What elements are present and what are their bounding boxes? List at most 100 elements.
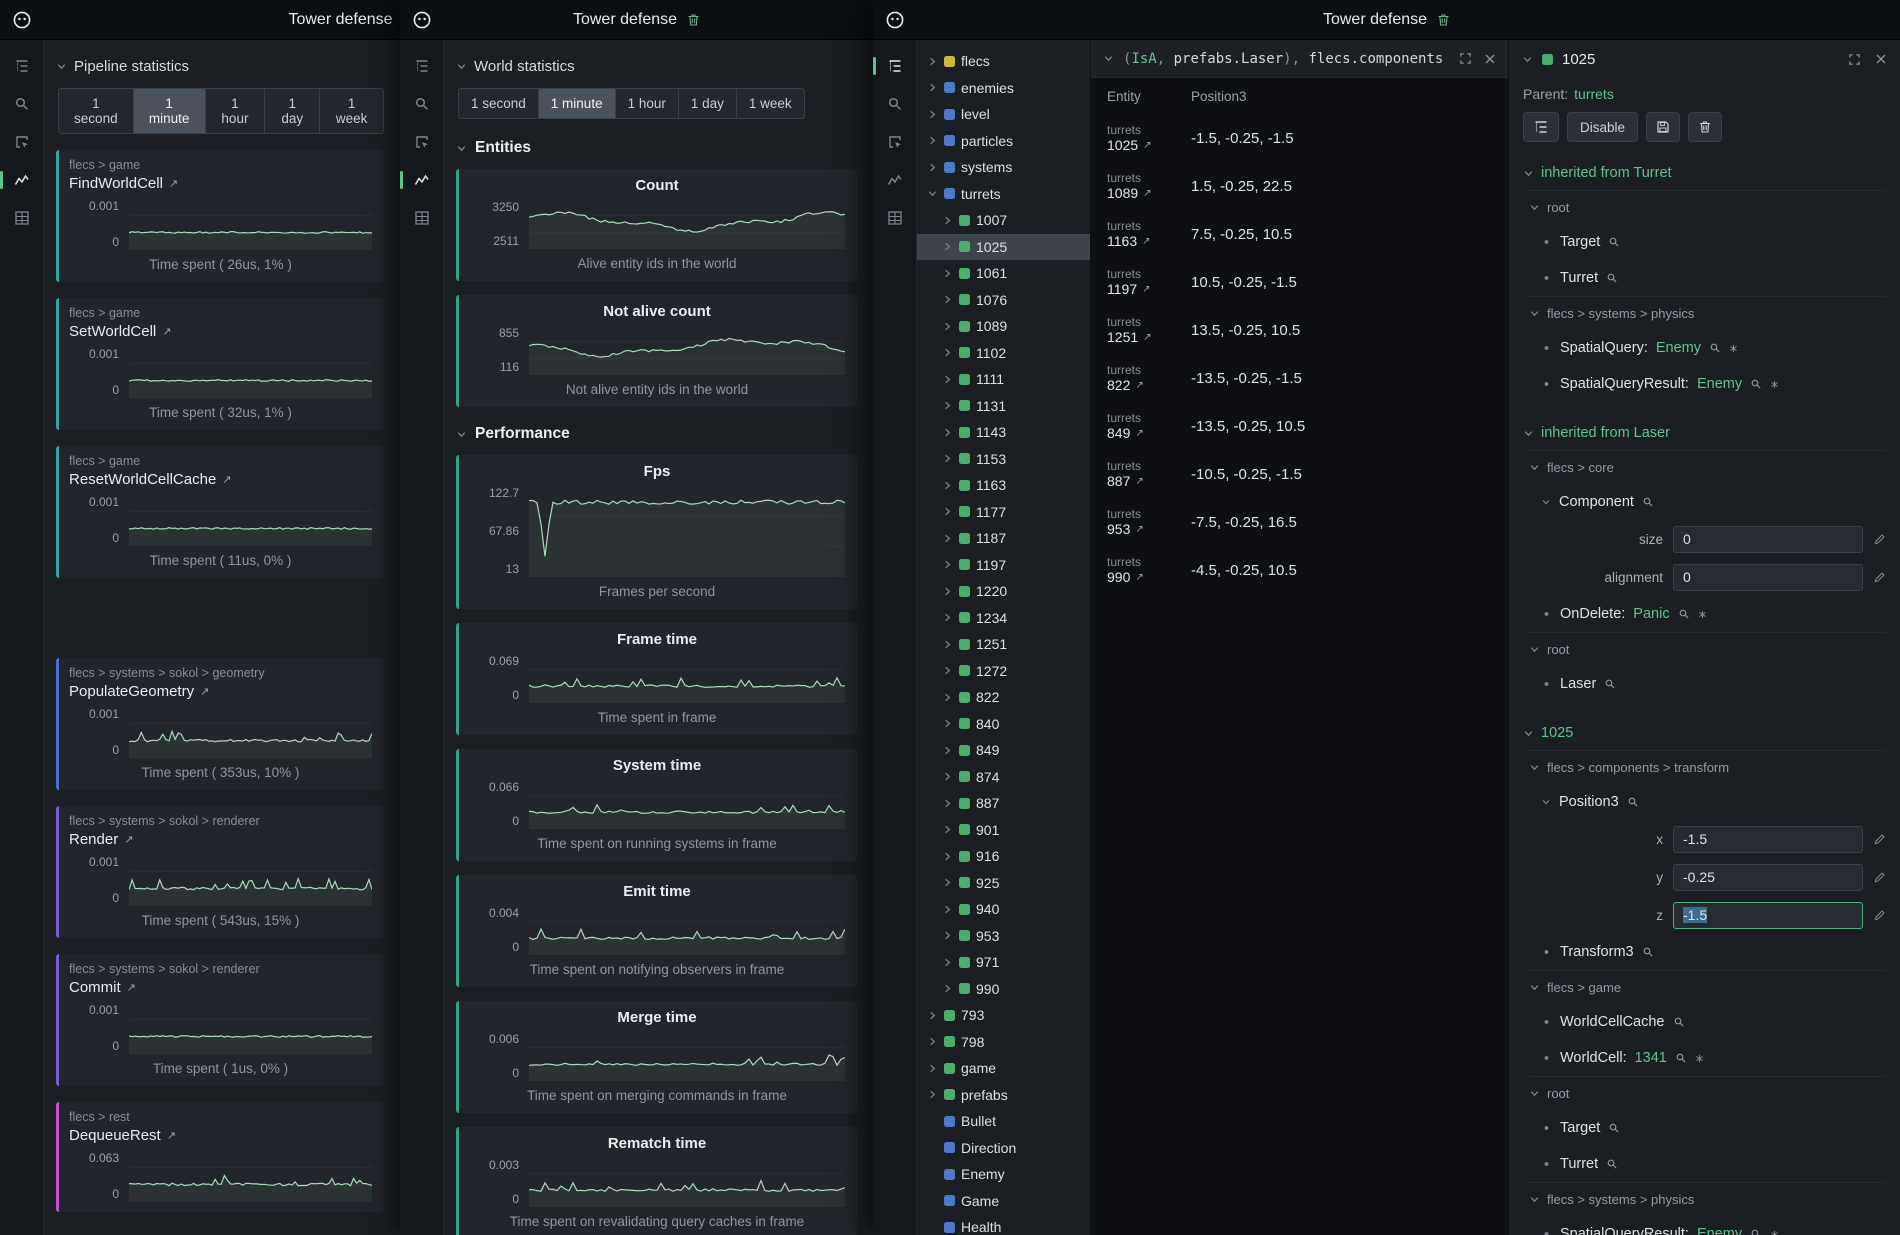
titlebar[interactable]: Tower defense xyxy=(873,0,1900,40)
sidebar-inspect-button[interactable] xyxy=(9,130,35,154)
query-result-row[interactable]: turrets1025↗-1.5, -0.25, -1.5 xyxy=(1091,114,1508,162)
query-result-row[interactable]: turrets990↗-4.5, -0.25, 10.5 xyxy=(1091,546,1508,594)
query-result-row[interactable]: turrets849↗-13.5, -0.25, 10.5 xyxy=(1091,402,1508,450)
chevron-right-icon[interactable] xyxy=(942,506,953,517)
chevron-right-icon[interactable] xyxy=(927,82,938,93)
parent-link[interactable]: turrets xyxy=(1574,86,1614,102)
chevron-right-icon[interactable] xyxy=(942,480,953,491)
expand-icon[interactable] xyxy=(1848,53,1861,66)
tree-item-1177[interactable]: 1177 xyxy=(917,499,1090,526)
sidebar-charts-button[interactable] xyxy=(882,168,908,192)
tree-item-1061[interactable]: 1061 xyxy=(917,260,1090,287)
sidebar-inspect-button[interactable] xyxy=(409,130,435,154)
entity-id[interactable]: 990↗ xyxy=(1107,569,1191,585)
sidebar-inspect-button[interactable] xyxy=(882,130,908,154)
chevron-right-icon[interactable] xyxy=(942,294,953,305)
open-link-icon[interactable]: ↗ xyxy=(1135,524,1143,535)
field-input-y[interactable]: -0.25 xyxy=(1673,864,1863,891)
chevron-down-icon[interactable] xyxy=(1541,797,1551,807)
card-name[interactable]: DequeueRest xyxy=(69,1127,161,1144)
pencil-icon[interactable] xyxy=(1873,571,1886,584)
tree-item-1007[interactable]: 1007 xyxy=(917,207,1090,234)
sidebar-stats-grid-button[interactable] xyxy=(882,206,908,230)
inspector-section-header[interactable]: inherited from Laser xyxy=(1523,416,1886,450)
chevron-right-icon[interactable] xyxy=(927,1063,938,1074)
tree-item-971[interactable]: 971 xyxy=(917,949,1090,976)
tree-item-840[interactable]: 840 xyxy=(917,711,1090,738)
time-range-button-1-minute[interactable]: 1 minute xyxy=(134,88,206,134)
tree-item-1025[interactable]: 1025 xyxy=(917,234,1090,261)
magnifier-icon[interactable] xyxy=(1673,1016,1685,1028)
component-path-header[interactable]: flecs > systems > physics xyxy=(1529,296,1886,330)
titlebar[interactable]: Tower defense xyxy=(0,0,400,40)
magnifier-icon[interactable] xyxy=(1678,608,1690,620)
tree-item-822[interactable]: 822 xyxy=(917,684,1090,711)
open-link-icon[interactable]: ↗ xyxy=(1143,140,1151,151)
chevron-right-icon[interactable] xyxy=(942,718,953,729)
component-value[interactable]: 1341 xyxy=(1635,1050,1667,1066)
field-input-x[interactable]: -1.5 xyxy=(1673,826,1863,853)
chevron-down-icon[interactable] xyxy=(1541,497,1551,507)
magnifier-icon[interactable] xyxy=(1642,946,1654,958)
chevron-right-icon[interactable] xyxy=(942,321,953,332)
time-range-button-1-week[interactable]: 1 week xyxy=(320,88,384,134)
tree-item-game[interactable]: game xyxy=(917,1055,1090,1082)
time-range-button-1-hour[interactable]: 1 hour xyxy=(206,88,266,134)
tree-item-Health[interactable]: Health xyxy=(917,1214,1090,1235)
time-range-button-1-minute[interactable]: 1 minute xyxy=(539,88,616,119)
world-panel-header[interactable]: World statistics xyxy=(456,52,857,80)
tree-item-1153[interactable]: 1153 xyxy=(917,446,1090,473)
entity-id[interactable]: 1025↗ xyxy=(1107,137,1191,153)
tree-item-Game[interactable]: Game xyxy=(917,1188,1090,1215)
component-path-header[interactable]: flecs > core xyxy=(1529,450,1886,484)
entity-id[interactable]: 849↗ xyxy=(1107,425,1191,441)
tree-item-925[interactable]: 925 xyxy=(917,870,1090,897)
entity-id[interactable]: 1197↗ xyxy=(1107,281,1191,297)
chevron-right-icon[interactable] xyxy=(942,983,953,994)
field-input-alignment[interactable]: 0 xyxy=(1673,564,1863,591)
chevron-right-icon[interactable] xyxy=(942,904,953,915)
chevron-right-icon[interactable] xyxy=(942,427,953,438)
card-name[interactable]: SetWorldCell xyxy=(69,323,156,340)
disable-button[interactable]: Disable xyxy=(1567,112,1638,142)
time-range-button-1-second[interactable]: 1 second xyxy=(458,88,539,119)
magnifier-icon[interactable] xyxy=(1606,1158,1618,1170)
chevron-right-icon[interactable] xyxy=(942,453,953,464)
tree-item-level[interactable]: level xyxy=(917,101,1090,128)
component-path-header[interactable]: flecs > game xyxy=(1529,970,1886,1004)
card-name[interactable]: Commit xyxy=(69,979,121,996)
time-range-button-1-week[interactable]: 1 week xyxy=(737,88,805,119)
chevron-right-icon[interactable] xyxy=(942,215,953,226)
titlebar[interactable]: Tower defense xyxy=(400,0,873,40)
query-result-row[interactable]: turrets953↗-7.5, -0.25, 16.5 xyxy=(1091,498,1508,546)
chevron-right-icon[interactable] xyxy=(942,771,953,782)
field-input-size[interactable]: 0 xyxy=(1673,526,1863,553)
chevron-right-icon[interactable] xyxy=(927,56,938,67)
tree-item-1111[interactable]: 1111 xyxy=(917,366,1090,393)
open-link-icon[interactable]: ↗ xyxy=(124,833,133,846)
card-name[interactable]: PopulateGeometry xyxy=(69,683,194,700)
chevron-down-icon[interactable] xyxy=(1103,53,1114,64)
entity-id[interactable]: 1089↗ xyxy=(1107,185,1191,201)
tree-item-1197[interactable]: 1197 xyxy=(917,552,1090,579)
component-value[interactable]: Panic xyxy=(1633,606,1669,622)
magnifier-icon[interactable] xyxy=(1709,342,1721,354)
tree-item-systems[interactable]: systems xyxy=(917,154,1090,181)
component-path-header[interactable]: flecs > components > transform xyxy=(1529,750,1886,784)
save-button[interactable] xyxy=(1646,112,1680,142)
pencil-icon[interactable] xyxy=(1873,533,1886,546)
time-range-button-1-day[interactable]: 1 day xyxy=(679,88,737,119)
pipeline-panel-header[interactable]: Pipeline statistics xyxy=(56,52,384,80)
sidebar-tree-view-button[interactable] xyxy=(409,54,435,78)
open-link-icon[interactable]: ↗ xyxy=(200,685,209,698)
open-link-icon[interactable]: ↗ xyxy=(1135,428,1143,439)
chevron-right-icon[interactable] xyxy=(942,877,953,888)
tree-item-1102[interactable]: 1102 xyxy=(917,340,1090,367)
component-path-header[interactable]: root xyxy=(1529,632,1886,666)
chevron-right-icon[interactable] xyxy=(942,347,953,358)
chevron-down-icon[interactable] xyxy=(927,188,938,199)
magnifier-icon[interactable] xyxy=(1604,678,1616,690)
magnifier-icon[interactable] xyxy=(1608,1122,1620,1134)
entity-id[interactable]: 953↗ xyxy=(1107,521,1191,537)
section-header[interactable]: Entities xyxy=(456,139,857,157)
